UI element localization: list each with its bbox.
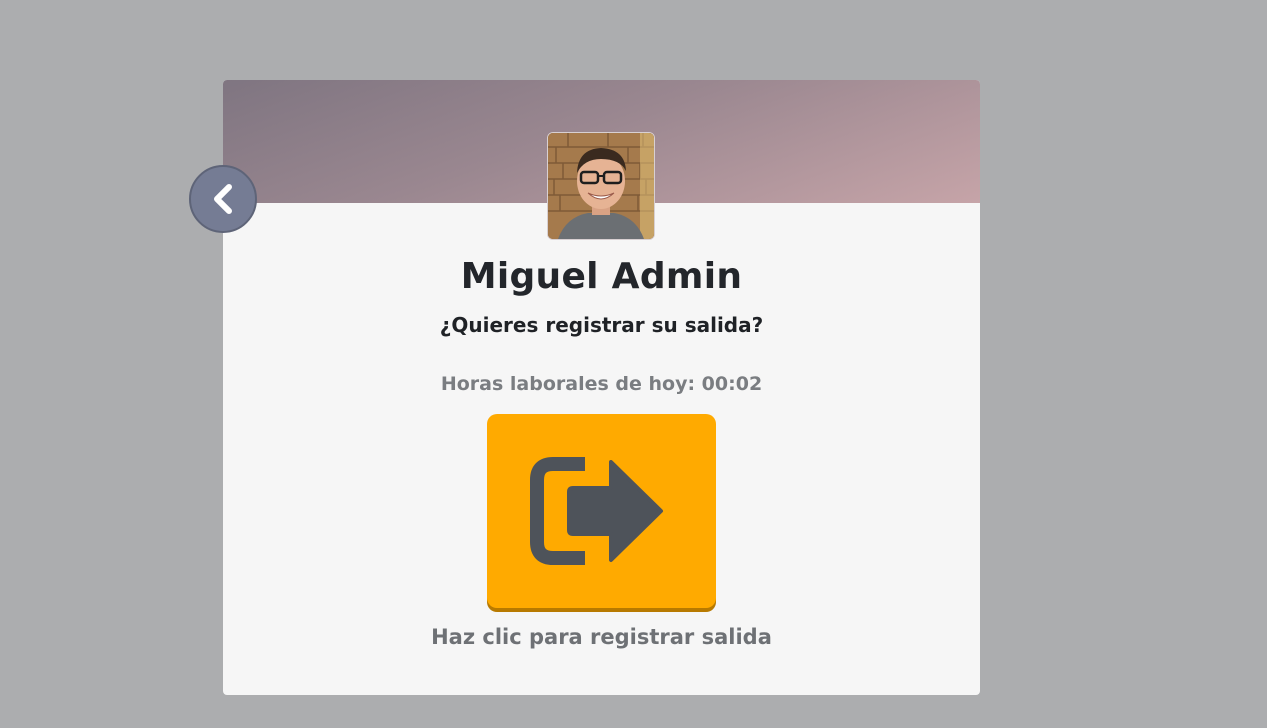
sign-out-icon — [530, 457, 663, 565]
work-hours-today: Horas laborales de hoy: 00:02 — [440, 373, 763, 395]
click-to-register-label: Haz clic para registrar salida — [431, 625, 772, 649]
user-name: Miguel Admin — [460, 256, 743, 297]
chevron-left-icon — [214, 184, 232, 214]
avatar — [547, 132, 655, 240]
back-button[interactable] — [189, 165, 257, 233]
avatar-photo — [548, 133, 654, 239]
register-exit-button[interactable] — [487, 414, 716, 608]
checkout-question: ¿Quieres registrar su salida? — [439, 313, 764, 337]
checkout-card: Miguel Admin ¿Quieres registrar su salid… — [223, 80, 980, 695]
